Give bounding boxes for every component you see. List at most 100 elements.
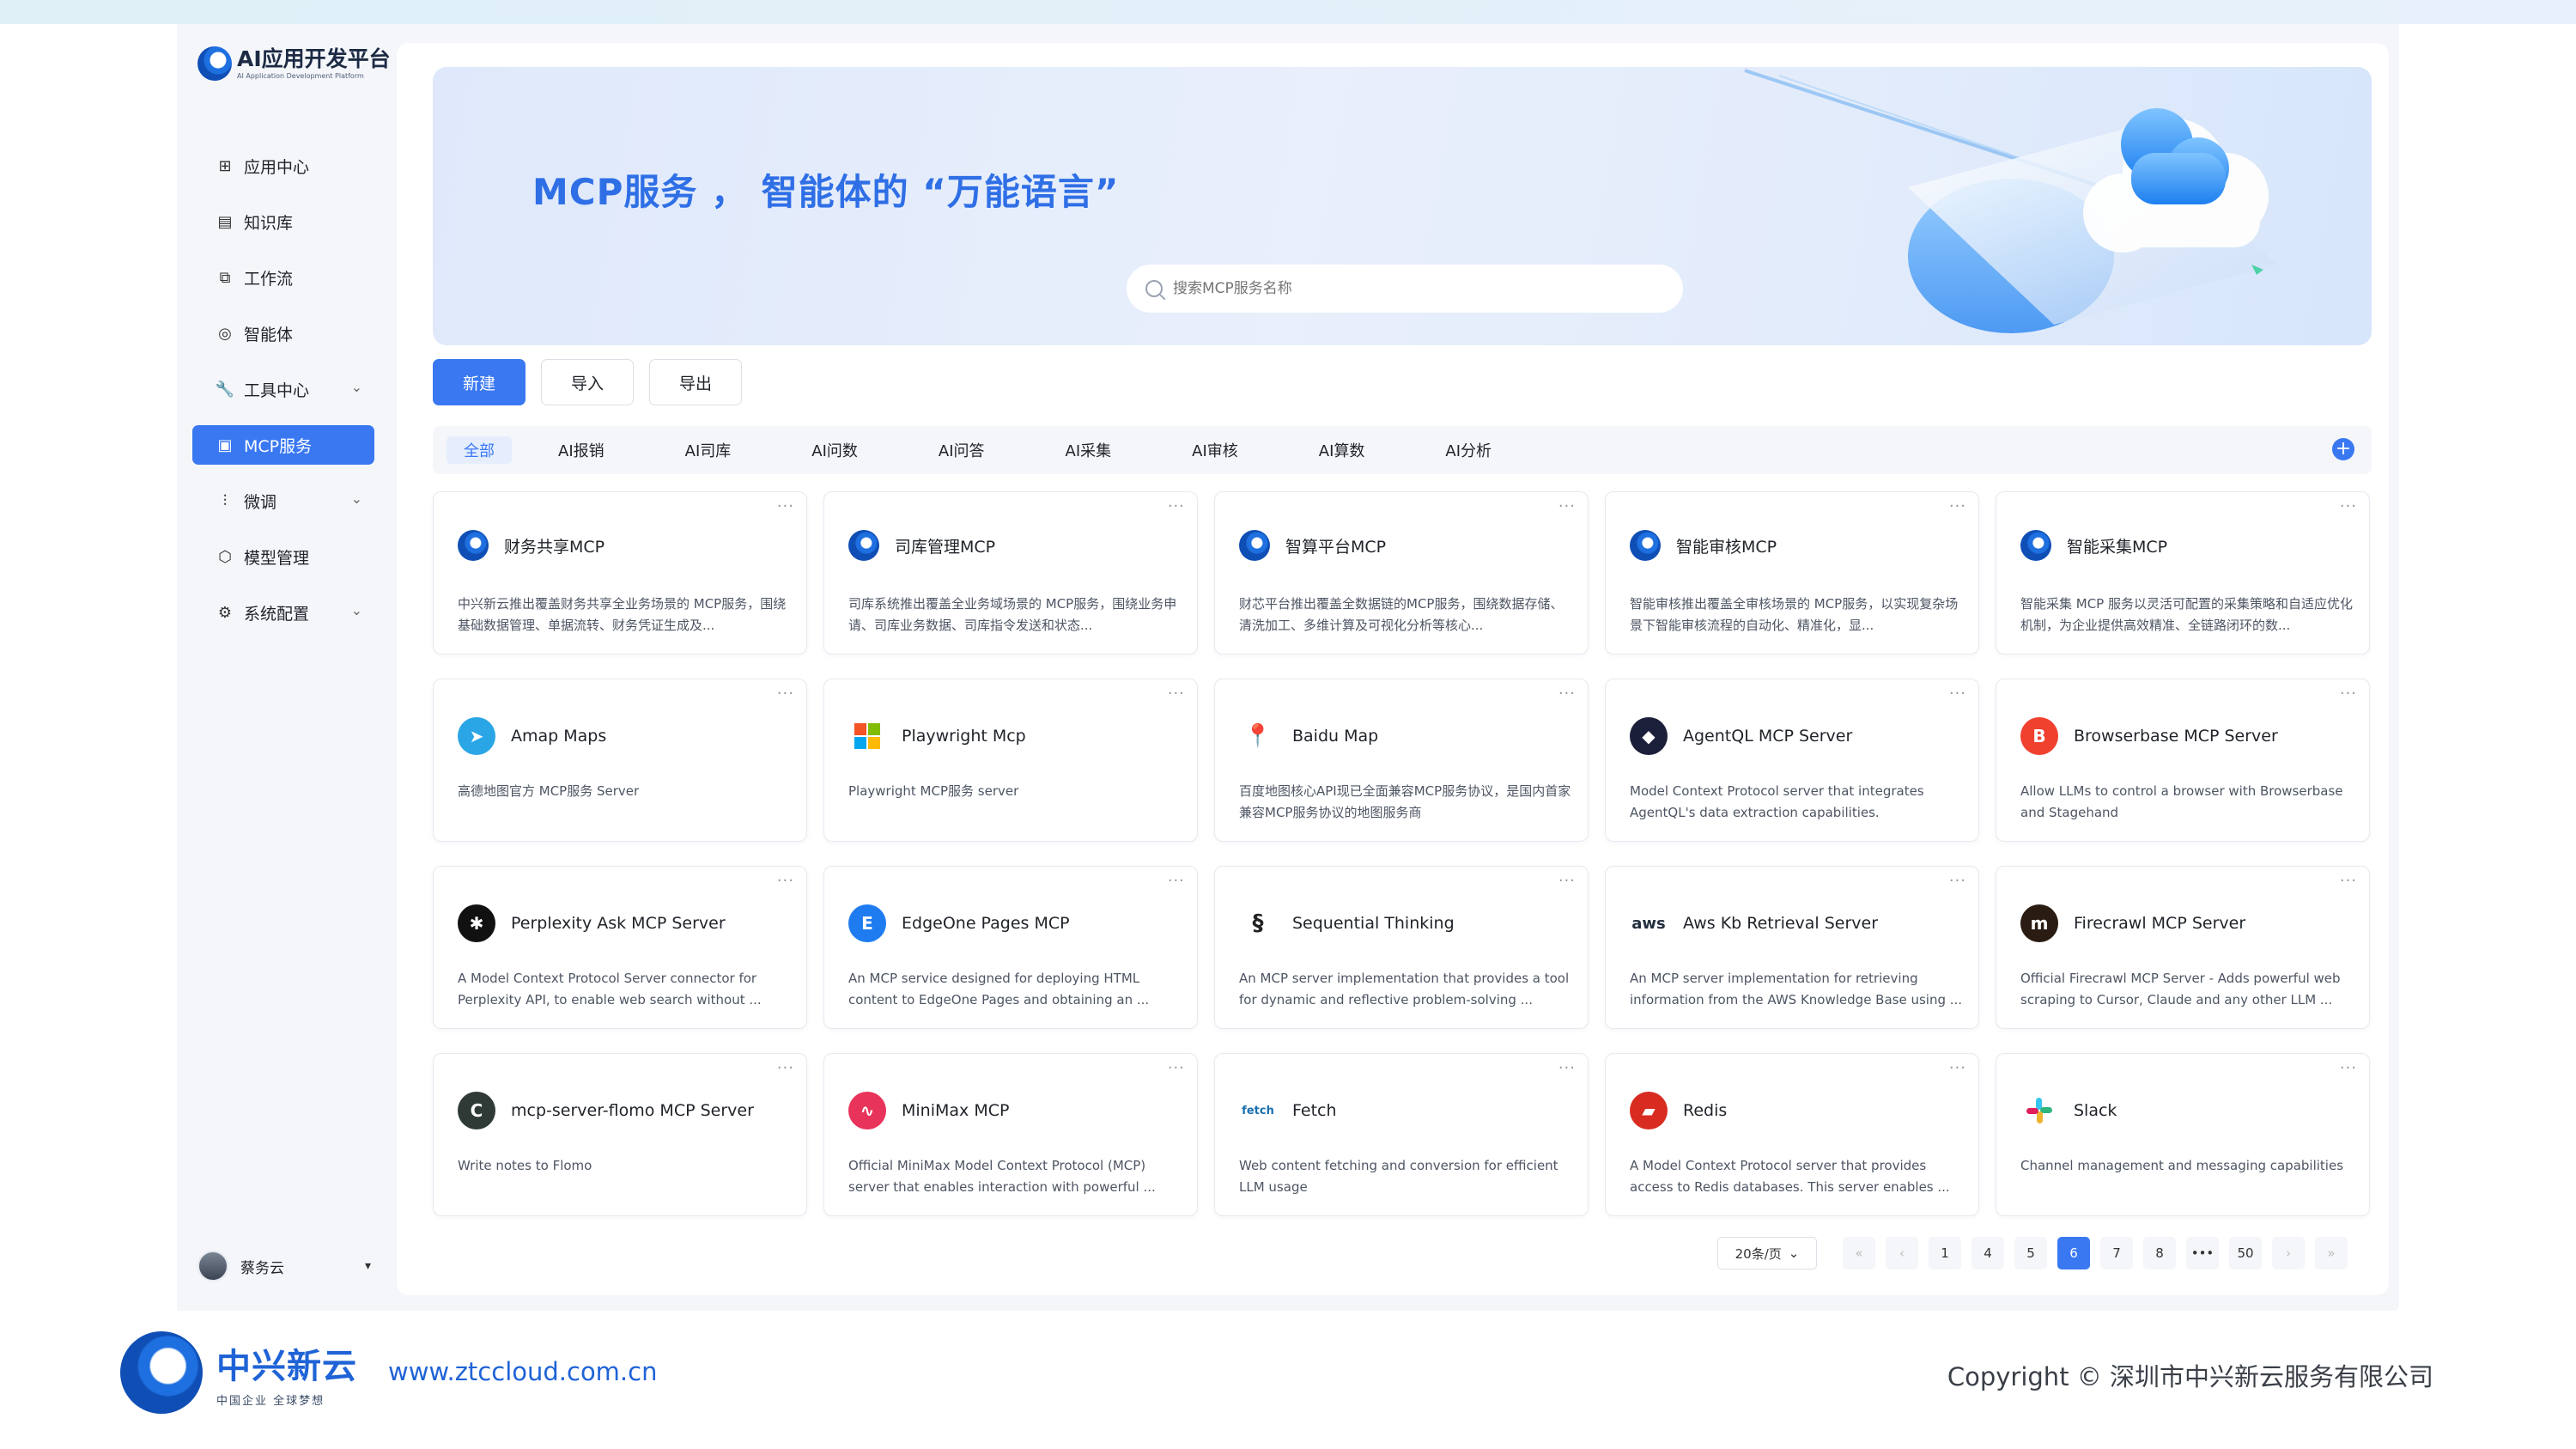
more-options-icon[interactable]: ··· — [1168, 685, 1185, 703]
card-description: 智能采集 MCP 服务以灵活可配置的采集策略和自适应优化机制，为企业提供高效精准… — [2020, 596, 2353, 633]
mcp-card[interactable]: ··· Playwright Mcp Playwright MCP服务 server — [823, 679, 1198, 842]
mcp-card[interactable]: ··· 📍 Baidu Map 百度地图核心API现已全面兼容MCP服务协议，是国内首… — [1214, 679, 1589, 842]
amap-icon: ➤ — [458, 717, 495, 755]
more-options-icon[interactable]: ··· — [2340, 685, 2357, 703]
tab-8[interactable]: AI分析 — [1428, 436, 1509, 464]
app-logo[interactable]: AI应用开发平台 AI Application Development Plat… — [197, 46, 391, 81]
sidebar-item-2[interactable]: ⧉ 工作流 — [192, 258, 374, 297]
more-options-icon[interactable]: ··· — [1168, 497, 1185, 515]
sidebar-item-label: 应用中心 — [244, 157, 310, 177]
card-description: Channel management and messaging capabil… — [2020, 1158, 2344, 1173]
page-button[interactable]: 6 — [2057, 1237, 2090, 1269]
mcp-card[interactable]: ··· B Browserbase MCP Server Allow LLMs to … — [1996, 679, 2370, 842]
prev-page-icon[interactable]: ‹ — [1886, 1237, 1918, 1269]
sidebar-item-8[interactable]: ⚙ 系统配置 ⌄ — [192, 593, 374, 632]
book-icon: ▤ — [217, 212, 233, 231]
search-icon — [1145, 280, 1163, 297]
sidebar: AI应用开发平台 AI Application Development Plat… — [177, 24, 393, 1311]
tab-6[interactable]: AI审核 — [1175, 436, 1255, 464]
mcp-card[interactable]: ··· Cmcp-server-flomo MCP Server Write not… — [433, 1053, 807, 1216]
sidebar-item-6[interactable]: ⫶ 微调 ⌄ — [192, 481, 374, 521]
sidebar-item-4[interactable]: 🔧 工具中心 ⌄ — [192, 369, 374, 409]
more-options-icon[interactable]: ··· — [777, 1059, 794, 1077]
search-input[interactable] — [1173, 280, 1654, 297]
card-description: 高德地图官方 MCP服务 Server — [458, 783, 640, 799]
mcp-card[interactable]: ··· ➤ Amap Maps 高德地图官方 MCP服务 Server — [433, 679, 807, 842]
mcp-card[interactable]: ··· ∿ MiniMax MCP Official MiniMax Model Co… — [823, 1053, 1198, 1216]
tab-2[interactable]: AI司库 — [668, 436, 749, 464]
mcp-card[interactable]: ··· ✱ Perplexity Ask MCP Server A Model Con… — [433, 866, 807, 1029]
more-options-icon[interactable]: ··· — [1949, 872, 1966, 890]
sidebar-item-0[interactable]: ⊞ 应用中心 — [192, 146, 374, 186]
more-options-icon[interactable]: ··· — [1949, 685, 1966, 703]
mcp-card[interactable]: ··· 智能采集MCP 智能采集 MCP 服务以灵活可配置的采集策略和自适应优化机制… — [1996, 491, 2370, 654]
card-title: Slack — [2074, 1101, 2117, 1120]
tab-3[interactable]: AI问数 — [794, 436, 875, 464]
cube-icon: ⬡ — [218, 547, 232, 566]
footer-url[interactable]: www.ztccloud.com.cn — [388, 1357, 657, 1386]
mcp-card[interactable]: ··· fetch Fetch Web content fetching and co… — [1214, 1053, 1589, 1216]
add-category-icon[interactable]: + — [2332, 438, 2354, 460]
next-page-icon[interactable]: › — [2272, 1237, 2305, 1269]
page-button[interactable]: 5 — [2014, 1237, 2047, 1269]
tab-5[interactable]: AI采集 — [1048, 436, 1129, 464]
agent-icon: ◎ — [218, 324, 232, 343]
card-description: Model Context Protocol server that integ… — [1630, 783, 1924, 820]
mcp-card[interactable]: ··· ▰ Redis A Model Context Protocol server… — [1605, 1053, 1979, 1216]
mcp-card[interactable]: ··· 智能审核MCP 智能审核推出覆盖全审核场景的 MCP服务，以实现复杂场景下智… — [1605, 491, 1979, 654]
more-options-icon[interactable]: ··· — [777, 497, 794, 515]
first-page-icon[interactable]: « — [1843, 1237, 1875, 1269]
page-button[interactable]: ••• — [2186, 1237, 2219, 1269]
sidebar-item-1[interactable]: ▤ 知识库 — [192, 202, 374, 241]
caret-down-icon[interactable]: ▾ — [365, 1259, 371, 1273]
mcp-card[interactable]: ··· E EdgeOne Pages MCP An MCP service desi… — [823, 866, 1198, 1029]
mcp-card[interactable]: ··· § Sequential Thinking An MCP server imp… — [1214, 866, 1589, 1029]
footer-logo: 中兴新云 中国企业 全球梦想 — [120, 1331, 357, 1414]
mcp-card[interactable]: ··· 财务共享MCP 中兴新云推出覆盖财务共享全业务场景的 MCP服务，围绕基础数… — [433, 491, 807, 654]
mcp-card[interactable]: ··· 智算平台MCP 财芯平台推出覆盖全数据链的MCP服务，围绕数据存储、清洗加工… — [1214, 491, 1589, 654]
tab-0[interactable]: 全部 — [447, 436, 512, 464]
card-header: 智能审核MCP — [1630, 530, 1777, 561]
page-button[interactable]: 50 — [2229, 1237, 2262, 1269]
more-options-icon[interactable]: ··· — [1558, 685, 1576, 703]
more-options-icon[interactable]: ··· — [1558, 872, 1576, 890]
page-button[interactable]: 1 — [1929, 1237, 1961, 1269]
mcp-card[interactable]: ··· aws Aws Kb Retrieval Server An MCP serv… — [1605, 866, 1979, 1029]
card-description: An MCP server implementation that provid… — [1239, 971, 1570, 1008]
user-profile[interactable]: 蔡务云 ▾ — [197, 1251, 374, 1282]
sidebar-item-3[interactable]: ◎ 智能体 — [192, 314, 374, 353]
card-header: aws Aws Kb Retrieval Server — [1630, 904, 1878, 942]
more-options-icon[interactable]: ··· — [1949, 1059, 1966, 1077]
page-button[interactable]: 7 — [2100, 1237, 2133, 1269]
last-page-icon[interactable]: » — [2315, 1237, 2348, 1269]
more-options-icon[interactable]: ··· — [2340, 497, 2357, 515]
minimax-icon: ∿ — [848, 1092, 886, 1129]
sidebar-item-5[interactable]: ▣ MCP服务 — [192, 425, 374, 465]
more-options-icon[interactable]: ··· — [1168, 1059, 1185, 1077]
import-button[interactable]: 导入 — [541, 359, 635, 405]
card-description: Allow LLMs to control a browser with Bro… — [2020, 783, 2343, 820]
footer-copyright: Copyright © 深圳市中兴新云服务有限公司 — [1947, 1362, 2433, 1391]
tab-4[interactable]: AI问答 — [921, 436, 1002, 464]
more-options-icon[interactable]: ··· — [2340, 1059, 2357, 1077]
mcp-card[interactable]: ··· m Firecrawl MCP Server Official Firecra… — [1996, 866, 2370, 1029]
mcp-card[interactable]: ··· 司库管理MCP 司库系统推出覆盖全业务域场景的 MCP服务，围绕业务申请、司… — [823, 491, 1198, 654]
search-bar[interactable] — [1127, 265, 1683, 313]
tab-7[interactable]: AI算数 — [1302, 436, 1382, 464]
more-options-icon[interactable]: ··· — [1168, 872, 1185, 890]
page-button[interactable]: 4 — [1971, 1237, 2004, 1269]
export-button[interactable]: 导出 — [649, 359, 743, 405]
mcp-card[interactable]: ··· Slack Channel management and messaging… — [1996, 1053, 2370, 1216]
more-options-icon[interactable]: ··· — [2340, 872, 2357, 890]
more-options-icon[interactable]: ··· — [1558, 1059, 1576, 1077]
more-options-icon[interactable]: ··· — [777, 685, 794, 703]
more-options-icon[interactable]: ··· — [777, 872, 794, 890]
tab-1[interactable]: AI报销 — [541, 436, 622, 464]
new-button[interactable]: 新建 — [433, 359, 526, 405]
page-button[interactable]: 8 — [2143, 1237, 2176, 1269]
page-size-select[interactable]: 20条/页 ⌄ — [1717, 1237, 1817, 1269]
more-options-icon[interactable]: ··· — [1558, 497, 1576, 515]
more-options-icon[interactable]: ··· — [1949, 497, 1966, 515]
mcp-card[interactable]: ··· ◆ AgentQL MCP Server Model Context Prot… — [1605, 679, 1979, 842]
sidebar-item-7[interactable]: ⬡ 模型管理 — [192, 537, 374, 576]
